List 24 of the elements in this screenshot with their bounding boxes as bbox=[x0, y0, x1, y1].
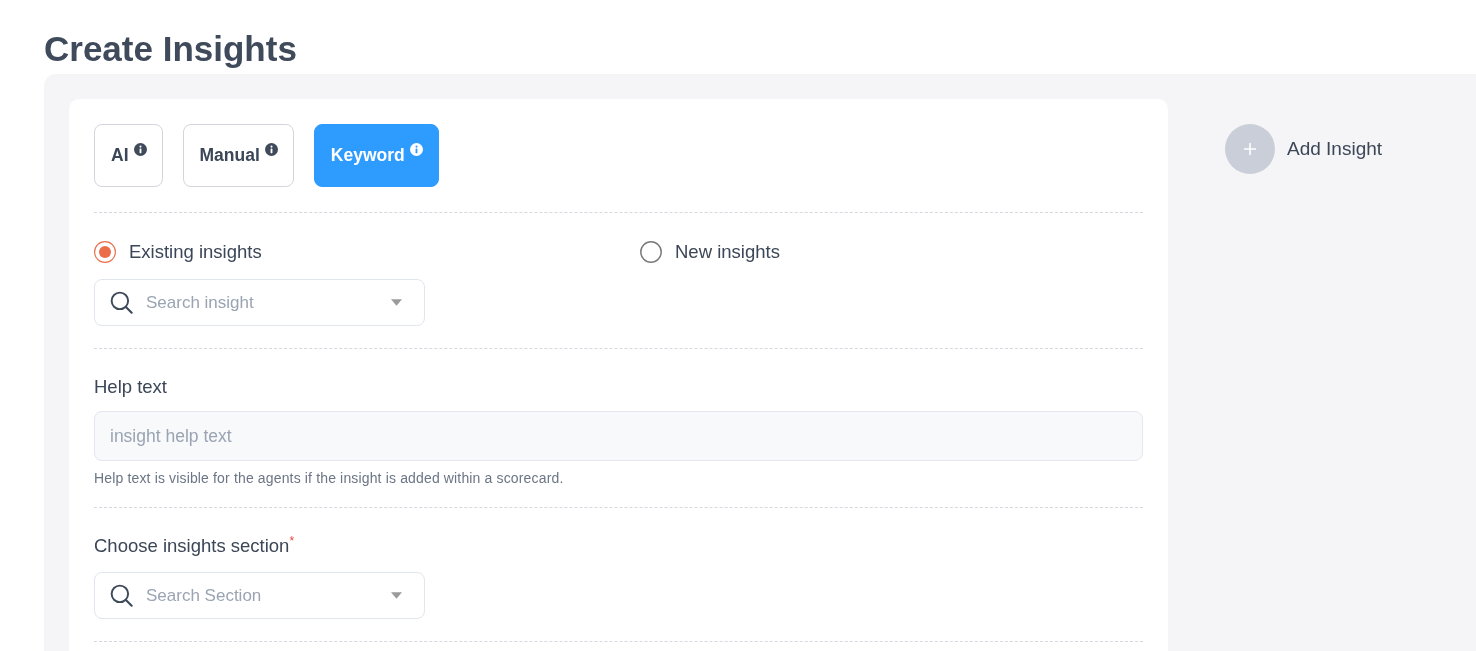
radio-icon[interactable] bbox=[94, 241, 116, 263]
plus-icon bbox=[1225, 124, 1275, 174]
search-input[interactable]: Search Section bbox=[146, 585, 378, 606]
help-hint: Help text is visible for the agents if the insight is added within a scorecard. bbox=[94, 470, 565, 486]
caret-icon[interactable] bbox=[391, 592, 402, 599]
radio-option[interactable]: Existing insights bbox=[94, 240, 262, 264]
info-icon bbox=[264, 143, 278, 156]
field-label: Choose insights section$^{*}$ bbox=[94, 535, 296, 557]
mode-button[interactable]: Manual bbox=[182, 124, 294, 187]
mode-button[interactable]: AI bbox=[94, 124, 163, 187]
help-text-field[interactable]: insight help text bbox=[94, 411, 1143, 461]
search-icon bbox=[110, 584, 133, 607]
info-icon bbox=[133, 143, 147, 156]
add-insight-button[interactable]: Add Insight bbox=[1225, 124, 1383, 174]
search-field[interactable]: Search insight bbox=[94, 279, 425, 326]
radio-icon[interactable] bbox=[640, 241, 662, 263]
search-icon bbox=[110, 291, 133, 314]
page-title: Create Insights bbox=[44, 29, 297, 69]
info-icon bbox=[409, 143, 423, 156]
field-label: Help text bbox=[94, 376, 168, 398]
radio-option[interactable]: New insights bbox=[640, 240, 780, 264]
search-input[interactable]: Search insight bbox=[146, 292, 378, 313]
caret-icon[interactable] bbox=[391, 299, 402, 306]
search-field[interactable]: Search Section bbox=[94, 572, 425, 619]
